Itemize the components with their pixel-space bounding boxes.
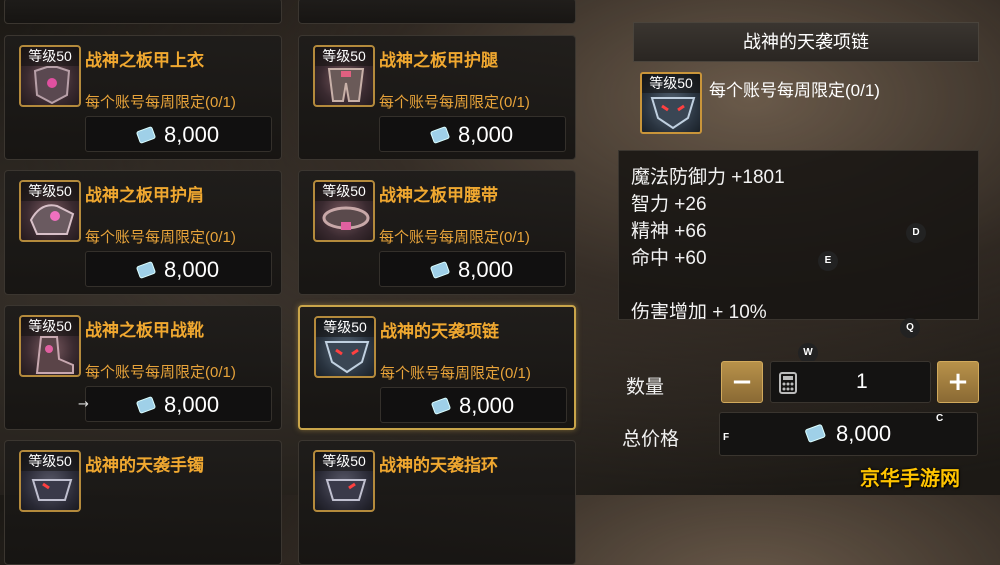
detail-item-icon: 等级50 <box>640 72 702 134</box>
item-card-selected[interactable]: 等级50 战神的天袭项链 每个账号每周限定(0/1) 8,000 <box>298 305 576 430</box>
item-limit: 每个账号每周限定(0/1) <box>85 364 236 381</box>
ring-icon <box>325 479 367 501</box>
item-name: 战神的天袭手镯 <box>85 456 204 475</box>
bracelet-icon <box>31 479 73 501</box>
stat-line: 命中 +60 <box>631 248 707 269</box>
level-badge: 等级50 <box>642 74 700 93</box>
total-price-label: 总价格 <box>622 429 680 450</box>
ticket-icon <box>431 397 451 415</box>
level-badge: 等级50 <box>315 47 373 66</box>
plus-icon: + <box>947 367 969 397</box>
level-badge: 等级50 <box>21 182 79 201</box>
item-name: 战神之板甲护腿 <box>379 51 498 70</box>
key-hint-q: Q <box>900 318 920 338</box>
item-card-stub-left <box>4 0 282 24</box>
stat-line: 伤害增加 + 10% <box>631 302 767 320</box>
item-card[interactable]: 等级50 战神之板甲护肩 每个账号每周限定(0/1) 8,000 <box>4 170 282 295</box>
item-icon-shoulder-armor: 等级50 <box>19 180 81 242</box>
belt-icon <box>322 206 370 230</box>
key-hint-e: E <box>818 251 838 271</box>
ticket-icon <box>430 126 450 144</box>
ticket-icon <box>136 126 156 144</box>
key-hint-f: F <box>723 432 730 443</box>
price-box: → 8,000 <box>78 386 272 422</box>
price-box: 8,000 <box>380 387 567 423</box>
item-name: 战神之板甲战靴 <box>85 321 204 340</box>
price-box: 8,000 <box>379 251 566 287</box>
arrow-mark: → <box>78 397 89 412</box>
item-price: 8,000 <box>458 122 514 147</box>
item-name: 战神的天袭指环 <box>379 456 498 475</box>
item-limit: 每个账号每周限定(0/1) <box>379 94 530 111</box>
item-name: 战神之板甲腰带 <box>379 186 498 205</box>
item-price: 8,000 <box>458 257 514 282</box>
quantity-label: 数量 <box>626 377 665 398</box>
decrease-quantity-button[interactable]: − <box>721 361 763 403</box>
quantity-value: 1 <box>856 370 868 393</box>
item-icon-chest-armor: 等级50 <box>19 45 81 107</box>
level-badge: 等级50 <box>21 317 79 336</box>
stat-line: 智力 +26 <box>631 194 707 215</box>
detail-limit: 每个账号每周限定(0/1) <box>709 81 880 100</box>
level-badge: 等级50 <box>315 452 373 471</box>
item-icon-bracelet: 等级50 <box>19 450 81 512</box>
chest-armor-icon <box>33 66 71 105</box>
item-price: 8,000 <box>164 122 220 147</box>
quantity-input[interactable]: 1 <box>770 361 931 403</box>
item-card[interactable]: 等级50 战神之板甲腰带 每个账号每周限定(0/1) 8,000 <box>298 170 576 295</box>
item-icon-ring: 等级50 <box>313 450 375 512</box>
item-card[interactable]: 等级50 战神之板甲上衣 每个账号每周限定(0/1) 8,000 <box>4 35 282 160</box>
item-limit: 每个账号每周限定(0/1) <box>85 229 236 246</box>
item-icon-necklace: 等级50 <box>314 316 376 378</box>
watermark-logo: 京华手游网 <box>860 468 960 490</box>
item-card[interactable]: 等级50 战神之板甲护腿 每个账号每周限定(0/1) 8,000 <box>298 35 576 160</box>
item-card[interactable]: 等级50 战神的天袭指环 <box>298 440 576 565</box>
item-icon-leg-armor: 等级50 <box>313 45 375 107</box>
necklace-icon <box>324 341 370 374</box>
item-name: 战神之板甲上衣 <box>85 51 204 70</box>
item-name: 战神之板甲护肩 <box>85 186 204 205</box>
ticket-icon <box>430 261 450 279</box>
stat-line: 精神 +66 <box>631 221 707 242</box>
item-price: 8,000 <box>459 393 515 418</box>
price-box: 8,000 <box>85 251 272 287</box>
ticket-icon <box>136 396 156 414</box>
item-name: 战神的天袭项链 <box>380 322 499 341</box>
boots-icon <box>35 336 74 374</box>
necklace-icon <box>650 97 696 130</box>
key-hint-w: W <box>798 343 818 363</box>
item-price: 8,000 <box>164 257 220 282</box>
item-icon-boots: 等级50 <box>19 315 81 377</box>
key-hint-d: D <box>906 223 926 243</box>
leg-armor-icon <box>327 68 365 102</box>
shoulder-armor-icon <box>29 204 75 235</box>
item-card-stub-right <box>298 0 576 24</box>
item-limit: 每个账号每周限定(0/1) <box>379 229 530 246</box>
minus-icon: − <box>731 367 753 397</box>
item-card[interactable]: 等级50 战神的天袭手镯 <box>4 440 282 565</box>
level-badge: 等级50 <box>21 452 79 471</box>
calculator-icon[interactable] <box>779 372 797 394</box>
key-hint-c: C <box>936 413 944 424</box>
increase-quantity-button[interactable]: + <box>937 361 979 403</box>
level-badge: 等级50 <box>316 318 374 337</box>
level-badge: 等级50 <box>315 182 373 201</box>
price-box: 8,000 <box>85 116 272 152</box>
total-price-value: 8,000 <box>836 421 892 446</box>
ticket-icon <box>136 261 156 279</box>
detail-title: 战神的天袭项链 <box>633 22 979 62</box>
item-price: 8,000 <box>164 392 220 417</box>
ticket-icon <box>805 424 826 443</box>
level-badge: 等级50 <box>21 47 79 66</box>
stat-line: 魔法防御力 +1801 <box>631 167 785 188</box>
item-card[interactable]: 等级50 战神之板甲战靴 每个账号每周限定(0/1) → 8,000 <box>4 305 282 430</box>
price-box: 8,000 <box>379 116 566 152</box>
item-limit: 每个账号每周限定(0/1) <box>85 94 236 111</box>
item-limit: 每个账号每周限定(0/1) <box>380 365 531 382</box>
item-icon-belt: 等级50 <box>313 180 375 242</box>
